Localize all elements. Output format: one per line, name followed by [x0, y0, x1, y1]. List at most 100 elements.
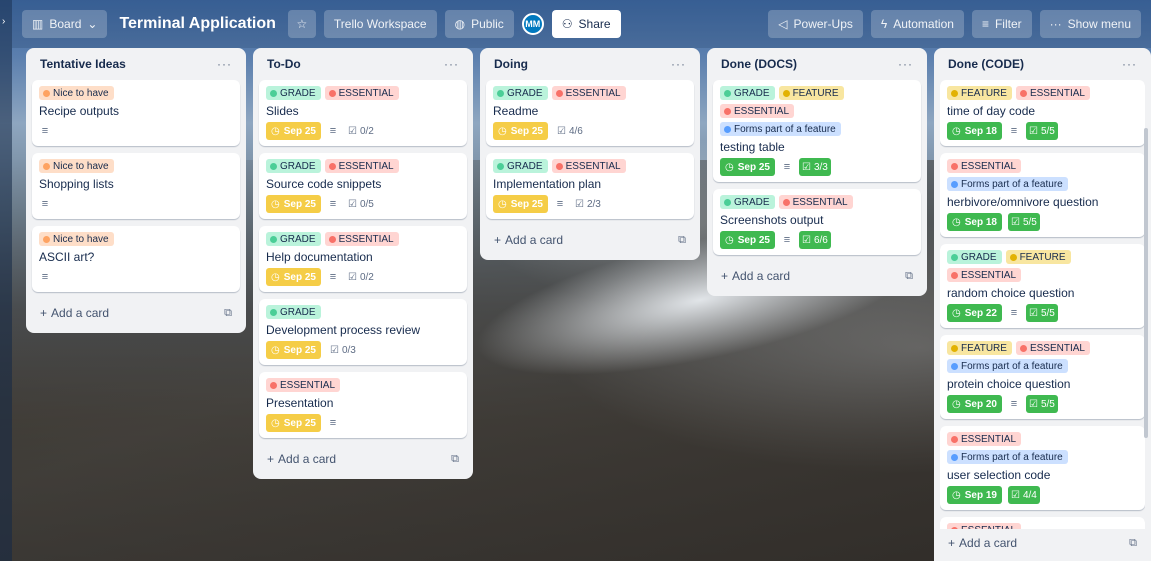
label-red[interactable]: ESSENTIAL	[324, 86, 399, 100]
more-icon[interactable]: ···	[671, 57, 686, 71]
due-date-badge[interactable]: ◷ Sep 25	[266, 268, 321, 286]
card[interactable]: GRADE ESSENTIAL Readme ◷ Sep 25 ☑ 4/6	[486, 80, 694, 146]
due-date-badge[interactable]: ◷ Sep 19	[947, 486, 1002, 504]
label-red[interactable]: ESSENTIAL	[947, 523, 1022, 529]
label-red[interactable]: ESSENTIAL	[551, 159, 626, 173]
label-green[interactable]: GRADE	[493, 86, 548, 100]
label-green[interactable]: GRADE	[493, 159, 548, 173]
label-blue[interactable]: Forms part of a feature	[720, 122, 841, 136]
due-date-badge[interactable]: ◷ Sep 25	[493, 195, 548, 213]
label-red[interactable]: ESSENTIAL	[324, 159, 399, 173]
filter-button[interactable]: ≡ Filter	[971, 10, 1032, 38]
card[interactable]: GRADE ESSENTIAL Slides ◷ Sep 25 ≡ ☑ 0/2	[259, 80, 467, 146]
template-icon[interactable]: ⧉	[1129, 537, 1137, 550]
label-green[interactable]: GRADE	[266, 232, 321, 246]
share-button[interactable]: ⚇ Share	[551, 10, 621, 38]
label-yellow[interactable]: FEATURE	[947, 86, 1012, 100]
card[interactable]: Nice to have Shopping lists ≡	[32, 153, 240, 219]
template-icon[interactable]: ⧉	[451, 453, 459, 466]
card[interactable]: GRADE ESSENTIAL Help documentation ◷ Sep 25 ≡…	[259, 226, 467, 292]
due-date-badge[interactable]: ◷ Sep 25	[266, 341, 321, 359]
add-card-button[interactable]: + Add a card ⧉	[259, 445, 467, 473]
due-date-badge[interactable]: ◷ Sep 25	[493, 122, 548, 140]
label-green[interactable]: GRADE	[720, 195, 775, 209]
label-blue[interactable]: Forms part of a feature	[947, 359, 1068, 373]
power-ups-button[interactable]: ◁ Power-Ups	[768, 10, 863, 38]
card[interactable]: GRADE ESSENTIAL Implementation plan ◷ Sep 25…	[486, 153, 694, 219]
label-orange[interactable]: Nice to have	[39, 159, 114, 173]
card[interactable]: GRADE FEATURE ESSENTIAL Forms part of a fea…	[713, 80, 921, 182]
add-card-button[interactable]: + Add a card ⧉	[32, 299, 240, 327]
label-green[interactable]: GRADE	[720, 86, 775, 100]
label-red[interactable]: ESSENTIAL	[324, 232, 399, 246]
label-red[interactable]: ESSENTIAL	[947, 159, 1022, 173]
workspace-button[interactable]: Trello Workspace	[323, 10, 437, 38]
list-title[interactable]: Done (DOCS)	[721, 57, 797, 71]
card[interactable]: Nice to have ASCII art? ≡	[32, 226, 240, 292]
board-title[interactable]: Terminal Application	[115, 15, 279, 33]
template-icon[interactable]: ⧉	[678, 234, 686, 247]
list-title[interactable]: Tentative Ideas	[40, 57, 126, 71]
card[interactable]: Nice to have Recipe outputs ≡	[32, 80, 240, 146]
label-red[interactable]: ESSENTIAL	[778, 195, 853, 209]
label-yellow[interactable]: FEATURE	[1005, 250, 1071, 264]
label-red[interactable]: ESSENTIAL	[551, 86, 626, 100]
label-blue[interactable]: Forms part of a feature	[947, 177, 1068, 191]
card[interactable]: GRADE ESSENTIAL Screenshots output ◷ Sep 25 ≡…	[713, 189, 921, 255]
due-date-badge[interactable]: ◷ Sep 18	[947, 213, 1002, 231]
automation-button[interactable]: ϟ Automation	[870, 10, 964, 38]
due-date-badge[interactable]: ◷ Sep 18	[947, 122, 1002, 140]
card[interactable]: GRADE Development process review ◷ Sep 25 ☑ 0…	[259, 299, 467, 365]
chevron-right-icon[interactable]: ›	[2, 16, 5, 27]
label-red[interactable]: ESSENTIAL	[1015, 86, 1090, 100]
card[interactable]: ESSENTIALForms part of a feature	[940, 517, 1145, 529]
card[interactable]: ESSENTIAL Forms part of a feature user sel…	[940, 426, 1145, 510]
star-button[interactable]: ☆	[287, 10, 316, 38]
label-green[interactable]: GRADE	[266, 86, 321, 100]
more-icon[interactable]: ···	[1122, 57, 1137, 71]
label-green[interactable]: GRADE	[266, 305, 321, 319]
label-yellow[interactable]: FEATURE	[947, 341, 1012, 355]
scrollbar[interactable]	[1144, 128, 1148, 438]
list-title[interactable]: Done (CODE)	[948, 57, 1024, 71]
label-red[interactable]: ESSENTIAL	[1015, 341, 1090, 355]
due-date-badge[interactable]: ◷ Sep 25	[266, 414, 321, 432]
label-blue[interactable]: Forms part of a feature	[947, 450, 1068, 464]
show-menu-button[interactable]: ··· Show menu	[1039, 10, 1141, 38]
add-card-button[interactable]: + Add a card ⧉	[486, 226, 694, 254]
more-icon[interactable]: ···	[217, 57, 232, 71]
label-red[interactable]: ESSENTIAL	[266, 378, 341, 392]
more-icon[interactable]: ···	[898, 57, 913, 71]
view-switcher-button[interactable]: ▥ Board ⌄	[22, 10, 108, 38]
label-red[interactable]: ESSENTIAL	[720, 104, 795, 118]
template-icon[interactable]: ⧉	[905, 270, 913, 283]
add-card-button[interactable]: + Add a card ⧉	[940, 529, 1145, 557]
due-date-badge[interactable]: ◷ Sep 25	[266, 122, 321, 140]
due-date-badge[interactable]: ◷ Sep 20	[947, 395, 1002, 413]
due-date-badge[interactable]: ◷ Sep 22	[947, 304, 1002, 322]
sidebar-collapsed[interactable]: ›	[0, 0, 12, 561]
card[interactable]: ESSENTIAL Presentation ◷ Sep 25 ≡	[259, 372, 467, 438]
card[interactable]: GRADE ESSENTIAL Source code snippets ◷ Sep 2…	[259, 153, 467, 219]
avatar[interactable]: MM	[521, 13, 544, 35]
card[interactable]: GRADE FEATURE ESSENTIAL random choice quest…	[940, 244, 1145, 328]
add-card-button[interactable]: + Add a card ⧉	[713, 262, 921, 290]
label-orange[interactable]: Nice to have	[39, 86, 114, 100]
template-icon[interactable]: ⧉	[224, 307, 232, 320]
list-title[interactable]: Doing	[494, 57, 528, 71]
card[interactable]: FEATURE ESSENTIAL Forms part of a feature p…	[940, 335, 1145, 419]
label-yellow[interactable]: FEATURE	[778, 86, 844, 100]
visibility-button[interactable]: ◍ Public	[444, 10, 514, 38]
card[interactable]: ESSENTIAL Forms part of a feature herbivor…	[940, 153, 1145, 237]
label-green[interactable]: GRADE	[947, 250, 1002, 264]
card[interactable]: FEATURE ESSENTIAL time of day code ◷ Sep 18 ≡…	[940, 80, 1145, 146]
label-green[interactable]: GRADE	[266, 159, 321, 173]
label-red[interactable]: ESSENTIAL	[947, 432, 1022, 446]
list-title[interactable]: To-Do	[267, 57, 301, 71]
due-date-badge[interactable]: ◷ Sep 25	[720, 158, 775, 176]
due-date-badge[interactable]: ◷ Sep 25	[266, 195, 321, 213]
label-red[interactable]: ESSENTIAL	[947, 268, 1022, 282]
more-icon[interactable]: ···	[444, 57, 459, 71]
due-date-badge[interactable]: ◷ Sep 25	[720, 231, 775, 249]
label-orange[interactable]: Nice to have	[39, 232, 114, 246]
